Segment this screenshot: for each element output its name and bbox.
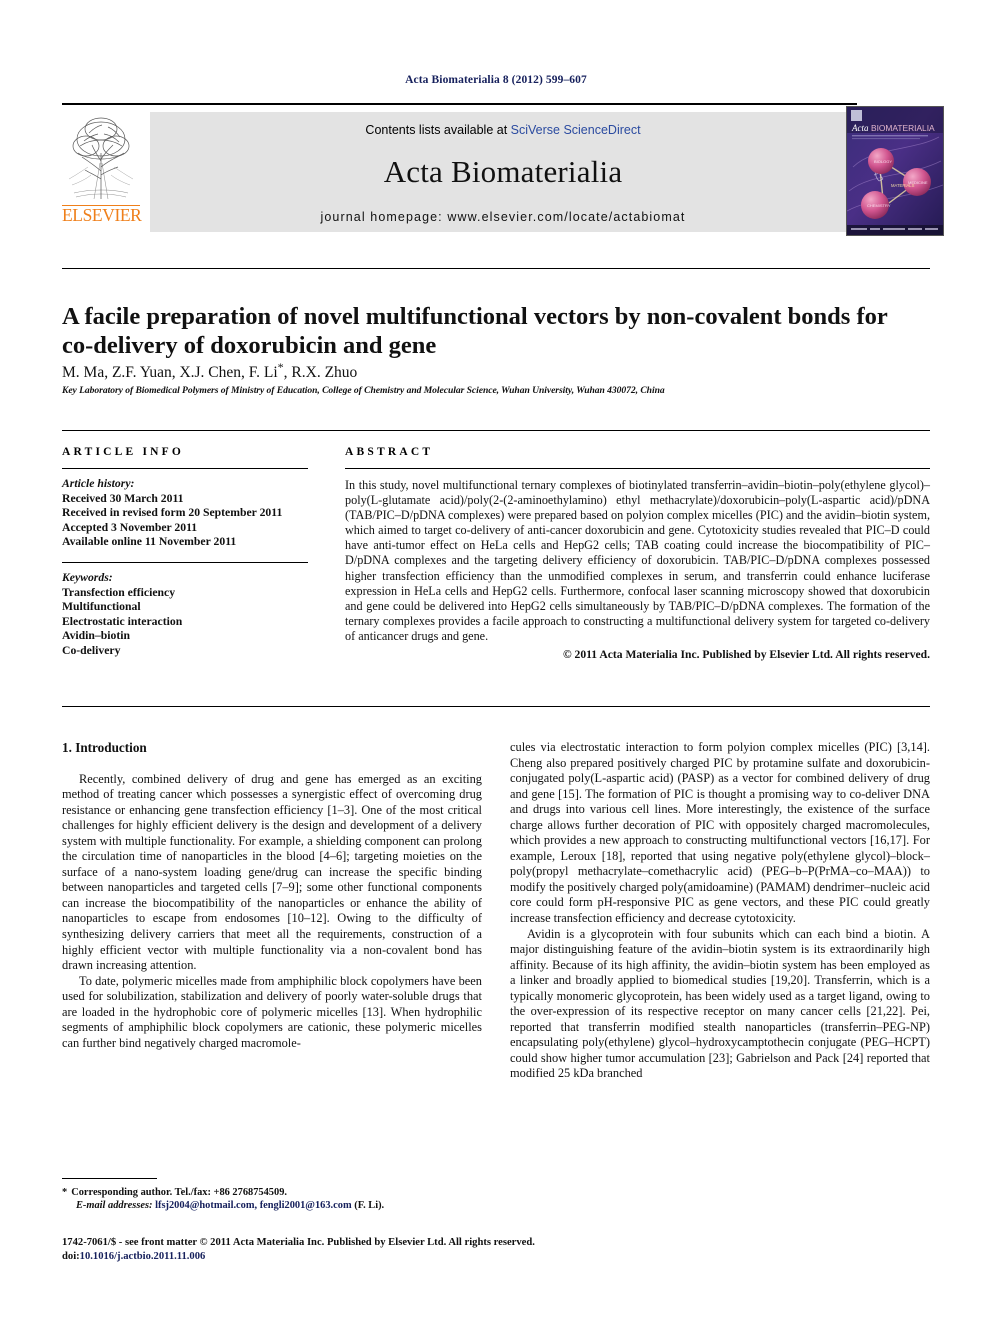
contents-prefix: Contents lists available at [365, 123, 511, 137]
svg-text:CHEMISTRY: CHEMISTRY [867, 203, 891, 208]
email-label: E-mail addresses: [76, 1200, 153, 1212]
keyword-1: Multifunctional [62, 600, 141, 614]
body-left-column: 1. Introduction Recently, combined deliv… [62, 740, 482, 1051]
keyword-4: Co-delivery [62, 643, 121, 657]
abstract-heading: ABSTRACT [345, 446, 434, 458]
svg-text:BIOLOGY: BIOLOGY [874, 159, 892, 164]
keyword-2: Electrostatic interaction [62, 614, 183, 628]
elsevier-wordmark: ELSEVIER [62, 205, 142, 225]
corresponding-author-note: Corresponding author. Tel./fax: +86 2768… [71, 1187, 287, 1198]
article-info-separator [62, 561, 308, 563]
masthead-top-rule [62, 103, 857, 105]
svg-text:BIOMATERIALIA: BIOMATERIALIA [871, 123, 935, 133]
paragraph: Avidin is a glycoprotein with four subun… [510, 926, 930, 1081]
abstract-column: ABSTRACT In this study, novel multifunct… [345, 446, 930, 661]
sciencedirect-link[interactable]: SciVerse ScienceDirect [511, 123, 641, 137]
info-top-rule [62, 430, 930, 431]
keywords-block: Keywords: Transfection efficiency Multif… [62, 571, 308, 659]
contents-lists-line: Contents lists available at SciVerse Sci… [150, 123, 856, 137]
page-title: A facile preparation of novel multifunct… [62, 303, 888, 360]
history-item-0: Received 30 March 2011 [62, 491, 184, 505]
author-names-tail: , R.X. Zhuo [283, 364, 358, 382]
elsevier-tree-icon [64, 113, 138, 201]
svg-text:Acta: Acta [851, 123, 869, 133]
email-addresses[interactable]: lfsj2004@hotmail.com, fengli2001@163.com [155, 1200, 352, 1211]
footnote-rule [62, 1178, 157, 1179]
journal-title: Acta Biomaterialia [383, 154, 623, 189]
history-item-2: Accepted 3 November 2011 [62, 520, 198, 534]
doi-label: doi: [62, 1250, 80, 1262]
keyword-3: Avidin–biotin [62, 629, 130, 643]
email-line: E-mail addresses: lfsj2004@hotmail.com, … [62, 1199, 492, 1212]
elsevier-logo: ELSEVIER [62, 113, 142, 235]
affiliation: Key Laboratory of Biomedical Polymers of… [62, 385, 665, 396]
title-top-rule [62, 268, 930, 269]
journal-cover-thumbnail: Acta BIOMATERIALIA BIOLOGY MEDICINE CHEM… [846, 106, 944, 236]
history-item-3: Available online 11 November 2011 [62, 535, 237, 549]
abstract-text: In this study, novel multifunctional ter… [345, 478, 930, 643]
article-history-block: Article history: Received 30 March 2011 … [62, 477, 308, 550]
doi-value[interactable]: 10.1016/j.actbio.2011.11.006 [80, 1251, 206, 1262]
article-info-heading: ARTICLE INFO [62, 446, 185, 458]
journal-masthead: ELSEVIER Contents lists available at Sci… [62, 103, 944, 236]
info-bottom-rule [62, 706, 930, 707]
issn-copyright-line: 1742-7061/$ - see front matter © 2011 Ac… [62, 1237, 535, 1248]
abstract-rule [345, 468, 930, 469]
article-info-rule [62, 468, 308, 469]
paragraph: cules via electrostatic interaction to f… [510, 740, 930, 926]
abstract-copyright: © 2011 Acta Materialia Inc. Published by… [563, 648, 930, 662]
paragraph: To date, polymeric micelles made from am… [62, 973, 482, 1050]
section-heading-introduction: 1. Introduction [62, 740, 147, 755]
footnote-asterisk: * [62, 1187, 68, 1198]
author-names: M. Ma, Z.F. Yuan, X.J. Chen, F. Li [62, 364, 278, 382]
article-history-label: Article history: [62, 477, 135, 490]
journal-article-page: Acta Biomaterialia 8 (2012) 599–607 ELSE… [0, 0, 992, 1323]
body-right-column: cules via electrostatic interaction to f… [510, 740, 930, 1082]
author-list: M. Ma, Z.F. Yuan, X.J. Chen, F. Li*, R.X… [62, 360, 902, 382]
journal-band: Contents lists available at SciVerse Sci… [150, 112, 856, 232]
journal-homepage-link[interactable]: journal homepage: www.elsevier.com/locat… [150, 210, 856, 224]
keyword-0: Transfection efficiency [62, 585, 176, 599]
history-item-1: Received in revised form 20 September 20… [62, 506, 283, 520]
footnote-block: * Corresponding author. Tel./fax: +86 276… [62, 1186, 492, 1213]
keywords-label: Keywords: [62, 570, 113, 584]
page-footer: 1742-7061/$ - see front matter © 2011 Ac… [62, 1236, 942, 1263]
article-info-column: ARTICLE INFO Article history: Received 3… [62, 446, 308, 659]
email-author-tail: (F. Li). [354, 1200, 385, 1212]
doi-line: doi:10.1016/j.actbio.2011.11.006 [62, 1250, 942, 1264]
running-head: Acta Biomaterialia 8 (2012) 599–607 [405, 74, 587, 86]
svg-text:MATERIALS: MATERIALS [891, 183, 915, 188]
paragraph: Recently, combined delivery of drug and … [62, 771, 482, 973]
